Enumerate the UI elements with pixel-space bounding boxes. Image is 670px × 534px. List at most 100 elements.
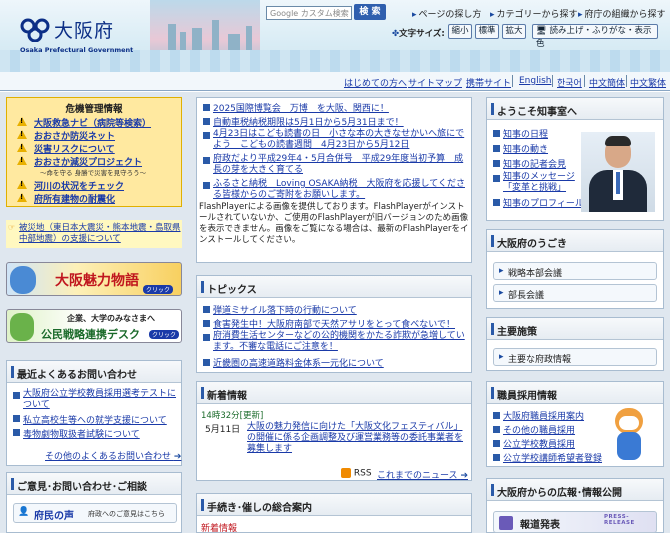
bullet-icon — [493, 145, 500, 152]
voice-link[interactable]: 👤 府民の声 府政へのご意見はこちら — [13, 503, 177, 523]
warning-icon — [17, 143, 28, 153]
topic-link-highway[interactable]: 近畿圏の高速道路料金体系一元化について — [213, 356, 384, 369]
text-size-large-button[interactable]: 拡大 — [502, 24, 526, 39]
governor-panel: ようこそ知事室へ 知事の日程 知事の動き 知事の記者会見 知事のメッセージ「変革… — [486, 97, 664, 221]
search-button[interactable]: 検 索 — [354, 4, 386, 20]
site-logo[interactable]: 大阪府 Osaka Prefectural Government — [14, 8, 144, 56]
bullet-icon — [13, 415, 20, 422]
bullet-icon — [493, 426, 500, 433]
jobs-link-lecturer[interactable]: 公立学校講師希望者登録 — [503, 451, 602, 464]
bullet-icon — [203, 306, 210, 313]
toplink-category[interactable]: ▸ カテゴリーから探す — [490, 7, 578, 20]
arrow-icon: ▸ — [412, 10, 417, 20]
pointer-icon: ☞ — [8, 223, 16, 232]
policy-title: 主要施策 — [487, 318, 663, 340]
opinion-panel: ご意見･お問い合わせ･ご相談 👤 府民の声 府政へのご意見はこちら — [6, 472, 182, 533]
crisis-subtext: ～命を守る 身勝で災害を見守ろう～ — [40, 169, 147, 177]
strategy-meeting-button[interactable]: ▸ 戦略本部会議 — [493, 262, 657, 280]
bullet-icon — [493, 130, 500, 137]
bullet-icon — [203, 132, 210, 139]
quake-support-link[interactable]: 被災地（東日本大震災・熊本地震・島取県中部地震）の支援について — [19, 223, 181, 245]
nav-link-mobile[interactable]: 携帯サイト — [466, 76, 511, 89]
topics-panel: トピックス 弾道ミサイル落下時の行動について 食害発生中！大阪府南部で天然アサリ… — [196, 275, 472, 373]
jobs-link-teacher[interactable]: 公立学校教員採用 — [503, 437, 575, 450]
toplink-find-page[interactable]: ▸ ページの探し方 — [412, 7, 481, 20]
bullet-icon — [493, 412, 500, 419]
text-size-normal-button[interactable]: 標準 — [475, 24, 499, 39]
news-link-expo[interactable]: 2025国際博覧会 万博 を大阪、関西に！ — [213, 101, 389, 114]
bullet-icon — [13, 429, 20, 436]
faq-panel: 最近よくあるお問い合わせ 大阪府公立学校教員採用選考テストについて 私立高校生等… — [6, 360, 182, 466]
policy-info-button[interactable]: ▸ 主要な府政情報 — [493, 348, 657, 366]
warning-icon — [17, 130, 28, 140]
nav-link-korean[interactable]: 한국어 — [557, 76, 582, 89]
governor-link-schedule[interactable]: 知事の日程 — [503, 127, 548, 140]
read-aloud-button[interactable]: 🖥 読み上げ・ふりがな・表示色 — [532, 24, 658, 49]
rss-link[interactable]: RSS — [341, 468, 372, 479]
opinion-title: ご意見･お問い合わせ･ご相談 — [7, 473, 181, 495]
warning-icon — [17, 156, 28, 166]
faq-more-link[interactable]: その他のよくあるお問い合わせ ➔ — [45, 449, 181, 462]
arrow-icon: ▸ — [499, 352, 504, 362]
site-header: 大阪府 Osaka Prefectural Government Google … — [0, 0, 670, 72]
monitor-icon: 🖥 — [536, 26, 547, 36]
faq-link-private-school[interactable]: 私立高校生等への就学支援について — [23, 413, 167, 426]
bullet-icon — [493, 199, 500, 206]
bullet-icon — [13, 392, 20, 399]
news-link-furusato[interactable]: ふるさと納税 Loving OSAKA納税 大阪府を応援してくださる皆様からのご… — [213, 179, 467, 201]
crisis-link-river[interactable]: 河川の状況をチェック — [34, 179, 124, 192]
arrow-icon: ▸ — [499, 266, 504, 276]
press-release-button[interactable]: 報道発表 PRESS-RELEASE — [493, 511, 657, 533]
jobs-link-staff[interactable]: 大阪府職員採用案内 — [503, 409, 584, 422]
press-release-badge: PRESS-RELEASE — [604, 514, 635, 526]
bullet-icon — [203, 182, 210, 189]
nav-link-first-time[interactable]: はじめての方へ — [344, 76, 407, 89]
faq-link-poison-exam[interactable]: 毒物劇物取扱者試験について — [23, 427, 140, 440]
nav-link-chinese-simplified[interactable]: 中文簡体 — [589, 76, 625, 89]
faq-link-teacher-exam[interactable]: 大阪府公立学校教員採用選考テストについて — [23, 389, 179, 411]
governor-link-message[interactable]: 知事のメッセージ「変革と挑戦」 — [503, 172, 579, 194]
crisis-link-disaster-risk[interactable]: 災害リスクについて — [34, 142, 115, 155]
warning-icon — [17, 117, 28, 127]
whatsnew-more-link[interactable]: これまでのニュース ➔ — [377, 468, 468, 481]
topic-link-fraud[interactable]: 府消費生活センターなどの公的機関をかたる詐欺が急増しています。不審な電話にご注意… — [213, 331, 469, 353]
crisis-link-seismic[interactable]: 府所有建物の耐震化 — [34, 192, 115, 205]
crisis-link-emergency-navi[interactable]: 大阪救急ナビ（病院等検索） — [34, 116, 151, 129]
nav-link-english[interactable]: English — [519, 76, 552, 86]
whatsnew-time: 14時32分[更新] — [201, 411, 264, 421]
jobs-link-other[interactable]: その他の職員採用 — [503, 423, 575, 436]
ugoki-title: 大阪府のうごき — [487, 230, 663, 252]
director-meeting-button[interactable]: ▸ 部長会議 — [493, 284, 657, 302]
nav-link-sitemap[interactable]: サイトマップ — [408, 76, 462, 89]
mozuyan-mascot-icon — [607, 408, 651, 462]
topic-link-missile[interactable]: 弾道ミサイル落下時の行動について — [213, 303, 357, 316]
governor-photo[interactable] — [581, 132, 655, 212]
mascot-icon — [10, 313, 34, 341]
site-title: 大阪府 — [54, 20, 115, 42]
crisis-link-bousai-net[interactable]: おおさか防災ネット — [34, 129, 115, 142]
governor-link-press[interactable]: 知事の記者会見 — [503, 157, 566, 170]
search-input[interactable]: Google カスタム検索 — [266, 6, 352, 20]
miryoku-monogatari-banner[interactable]: 大阪魅力物語 クリック — [6, 262, 182, 296]
news-link-car-tax[interactable]: 自動車税納税期限は5月1日から5月31日まで！ — [213, 115, 404, 128]
news-link-fusei-dayori[interactable]: 府政だより平成29年4・5月合併号 平成29年度当初予算 成長の芽を大きく育てる — [213, 154, 467, 176]
bullet-icon — [493, 160, 500, 167]
governor-link-activities[interactable]: 知事の動き — [503, 142, 548, 155]
faq-title: 最近よくあるお問い合わせ — [7, 361, 181, 383]
whatsnew-item-link[interactable]: 大阪の魅力発信に向けた「大阪文化フェスティバル」の開催に係る企画調整及び運営業務… — [247, 422, 469, 455]
whatsnew-date: 5月11日 — [205, 425, 241, 435]
toplink-organization[interactable]: ▸ 府庁の組織から探す — [578, 7, 666, 20]
warning-icon — [17, 193, 28, 203]
topic-link-asari[interactable]: 食害発生中！大阪府南部で天然アサリをとって食べないで！ — [213, 317, 455, 330]
governor-link-profile[interactable]: 知事のプロフィール — [503, 196, 584, 209]
koumin-senryaku-banner[interactable]: 企業、大学のみなさまへ 公民戦略連携デスク クリック — [6, 309, 182, 343]
nav-link-chinese-traditional[interactable]: 中文繁体 — [630, 76, 666, 89]
bullet-icon — [203, 320, 210, 327]
bullet-icon — [203, 118, 210, 125]
jobs-panel: 職員採用情報 大阪府職員採用案内 その他の職員採用 公立学校教員採用 公立学校講… — [486, 381, 664, 467]
text-size-small-button[interactable]: 縮小 — [448, 24, 472, 39]
bullet-icon — [203, 157, 210, 164]
news-link-reading-day[interactable]: 4月23日はこども読書の日 小さな本の大きなせかいへ旅にでよう こどもの読書週間… — [213, 129, 467, 151]
new-info-label: 新着情報 — [201, 524, 238, 534]
jobs-title: 職員採用情報 — [487, 382, 663, 404]
